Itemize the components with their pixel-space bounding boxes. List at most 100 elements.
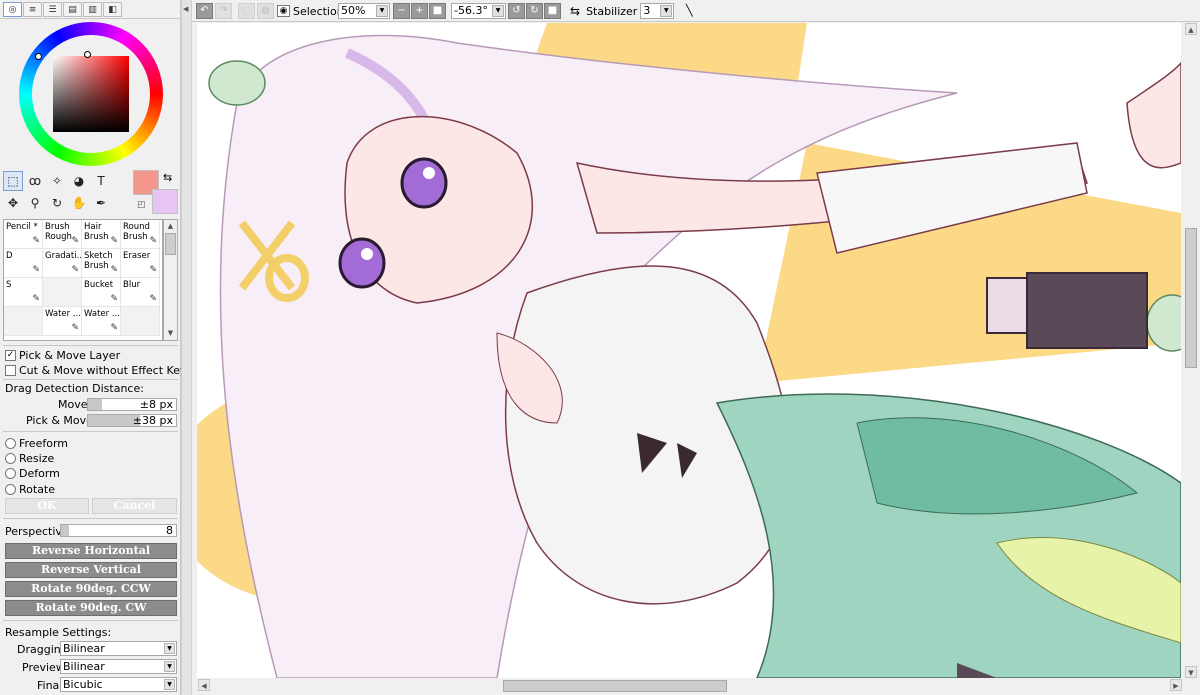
brush-slot[interactable]: Water ... ✎ bbox=[43, 307, 82, 336]
chevron-down-icon: ▼ bbox=[492, 5, 504, 17]
final-select[interactable]: Bicubic ▼ bbox=[60, 677, 177, 692]
hue-marker[interactable] bbox=[35, 53, 42, 60]
freeform-option[interactable]: Freeform bbox=[5, 436, 68, 450]
zoom-select[interactable]: 50% ▼ bbox=[338, 3, 390, 19]
brush-tip-icon: ✎ bbox=[149, 294, 157, 304]
reverse-horizontal-button[interactable]: Reverse Horizontal bbox=[5, 543, 177, 559]
deform-option[interactable]: Deform bbox=[5, 466, 60, 480]
tab-icon-6[interactable]: ◧ bbox=[103, 2, 122, 17]
eyedropper-icon[interactable]: ✒ bbox=[91, 193, 111, 213]
sv-marker[interactable] bbox=[84, 51, 91, 58]
hand-icon[interactable]: ✋ bbox=[69, 193, 89, 213]
zoom-icon[interactable]: ⚲ bbox=[25, 193, 45, 213]
horizontal-scrollbar[interactable]: ◀ ▶ bbox=[197, 679, 1183, 693]
brush-slot[interactable] bbox=[4, 307, 43, 336]
drawing-canvas[interactable] bbox=[197, 23, 1181, 678]
swap-colors-icon[interactable]: ⇆ bbox=[163, 171, 172, 184]
brush-slot[interactable] bbox=[121, 307, 160, 336]
brush-slot[interactable]: Bucket ✎ bbox=[82, 278, 121, 307]
cut-move-option[interactable]: Cut & Move without Effect Key bbox=[5, 363, 186, 377]
brush-slot[interactable]: D ✎ bbox=[4, 249, 43, 278]
brush-slot[interactable]: Blur ✎ bbox=[121, 278, 160, 307]
brush-tip-icon: ✎ bbox=[110, 323, 118, 333]
resize-option[interactable]: Resize bbox=[5, 451, 54, 465]
scroll-down-icon[interactable]: ▼ bbox=[1185, 666, 1197, 678]
scroll-down-icon[interactable]: ▼ bbox=[165, 328, 176, 339]
resample-label: Resample Settings: bbox=[5, 626, 112, 639]
brush-slot[interactable]: Pencil * ✎ bbox=[4, 220, 43, 249]
tab-icon-5[interactable]: ▥ bbox=[83, 2, 102, 17]
brush-slot[interactable]: S ✎ bbox=[4, 278, 43, 307]
rotate-cw-icon[interactable]: ↻ bbox=[526, 3, 543, 19]
zoom-reset-button[interactable]: ■ bbox=[429, 3, 446, 19]
tab-icon-4[interactable]: ▤ bbox=[63, 2, 82, 17]
ok-button[interactable]: OK bbox=[5, 498, 89, 514]
panel-splitter[interactable]: ◀ bbox=[181, 0, 192, 695]
pick-move-checkbox[interactable]: ✓ bbox=[5, 349, 16, 361]
rotate-ccw-button[interactable]: Rotate 90deg. CCW bbox=[5, 581, 177, 597]
brush-slot[interactable]: Hair Brush ✎ bbox=[82, 220, 121, 249]
dragging-select[interactable]: Bilinear ▼ bbox=[60, 641, 177, 656]
reverse-vertical-button[interactable]: Reverse Vertical bbox=[5, 562, 177, 578]
brush-slot[interactable]: Sketch Brush ✎ bbox=[82, 249, 121, 278]
move-label: Move bbox=[58, 398, 88, 411]
perspective-slider[interactable]: 8 bbox=[60, 524, 177, 537]
rect-select-icon[interactable]: ⬚ bbox=[3, 171, 23, 191]
zoom-out-button[interactable]: − bbox=[393, 3, 410, 19]
pick-move-distance-slider[interactable]: ±38 px bbox=[87, 414, 177, 427]
canvas-area: ↶ ↷ ◌ ◍ ◉ Selection 50% ▼ − + ■ -56.3° ▼ ↺… bbox=[192, 0, 1200, 695]
text-icon[interactable]: T bbox=[91, 171, 111, 191]
rotate-ccw-icon[interactable]: ↺ bbox=[508, 3, 525, 19]
brush-slot[interactable]: Brush Rough ✎ bbox=[43, 220, 82, 249]
zoom-in-button[interactable]: + bbox=[411, 3, 428, 19]
fill-shape-icon[interactable]: ◕ bbox=[69, 171, 89, 191]
brush-tip-icon: ✎ bbox=[149, 236, 157, 246]
tab-icon-2[interactable]: ≡ bbox=[23, 2, 42, 17]
magic-wand-icon[interactable]: ✧ bbox=[47, 171, 67, 191]
collapse-left-icon[interactable]: ◀ bbox=[183, 5, 188, 13]
saturation-value-square[interactable] bbox=[53, 56, 129, 132]
hue-wheel[interactable] bbox=[19, 22, 163, 166]
rotate-icon[interactable]: ↻ bbox=[47, 193, 67, 213]
brush-slot[interactable]: Water ... ✎ bbox=[82, 307, 121, 336]
scroll-up-icon[interactable]: ▲ bbox=[165, 221, 176, 232]
move-distance-slider[interactable]: ±8 px bbox=[87, 398, 177, 411]
chevron-down-icon: ▼ bbox=[164, 679, 175, 690]
selection-toggle[interactable]: ◉ Selection bbox=[277, 3, 344, 19]
stabilizer-select[interactable]: 3 ▼ bbox=[640, 3, 675, 19]
flip-horizontal-icon[interactable]: ⇆ bbox=[570, 4, 580, 18]
rotate-reset-button[interactable]: ■ bbox=[544, 3, 561, 19]
vertical-scrollbar[interactable]: ▲ ▼ bbox=[1183, 23, 1199, 678]
brush-slot[interactable]: Round Brush ✎ bbox=[121, 220, 160, 249]
background-color-swatch[interactable] bbox=[152, 189, 178, 214]
undo-icon[interactable]: ↶ bbox=[196, 3, 213, 19]
brush-slot[interactable]: Gradati... ✎ bbox=[43, 249, 82, 278]
cut-move-checkbox[interactable] bbox=[5, 364, 16, 376]
preview-select[interactable]: Bilinear ▼ bbox=[60, 659, 177, 674]
brush-tip-icon: ✎ bbox=[71, 323, 79, 333]
tool-grid: ⬚ ꝏ ✧ ◕ T ✥ ⚲ ↻ ✋ ✒ bbox=[3, 171, 117, 215]
eye-icon[interactable]: ◉ bbox=[277, 5, 290, 17]
redo-icon[interactable]: ↷ bbox=[215, 3, 232, 19]
reset-colors-icon[interactable]: ◰ bbox=[137, 200, 146, 210]
lasso-icon[interactable]: ꝏ bbox=[25, 171, 45, 191]
rotate-option[interactable]: Rotate bbox=[5, 482, 55, 496]
chevron-down-icon: ▼ bbox=[164, 643, 175, 654]
move-icon[interactable]: ✥ bbox=[3, 193, 23, 213]
color-wheel-tab-icon[interactable]: ◎ bbox=[3, 2, 22, 17]
tab-icon-3[interactable]: ☰ bbox=[43, 2, 62, 17]
rotate-cw-button[interactable]: Rotate 90deg. CW bbox=[5, 600, 177, 616]
scroll-right-icon[interactable]: ▶ bbox=[1170, 679, 1182, 691]
invert-selection-icon[interactable]: ◍ bbox=[257, 3, 274, 19]
scroll-left-icon[interactable]: ◀ bbox=[198, 679, 210, 691]
brush-scrollbar[interactable]: ▲ ▼ bbox=[163, 219, 178, 341]
line-tool-icon[interactable]: ╲ bbox=[682, 4, 696, 18]
cancel-button[interactable]: Cancel bbox=[92, 498, 177, 514]
pick-move-layer-option[interactable]: ✓ Pick & Move Layer bbox=[5, 348, 120, 362]
brush-slot[interactable] bbox=[43, 278, 82, 307]
angle-select[interactable]: -56.3° ▼ bbox=[451, 3, 506, 19]
scroll-up-icon[interactable]: ▲ bbox=[1185, 23, 1197, 35]
deselect-icon[interactable]: ◌ bbox=[238, 3, 255, 19]
brush-tip-icon: ✎ bbox=[110, 294, 118, 304]
brush-slot[interactable]: Eraser ✎ bbox=[121, 249, 160, 278]
